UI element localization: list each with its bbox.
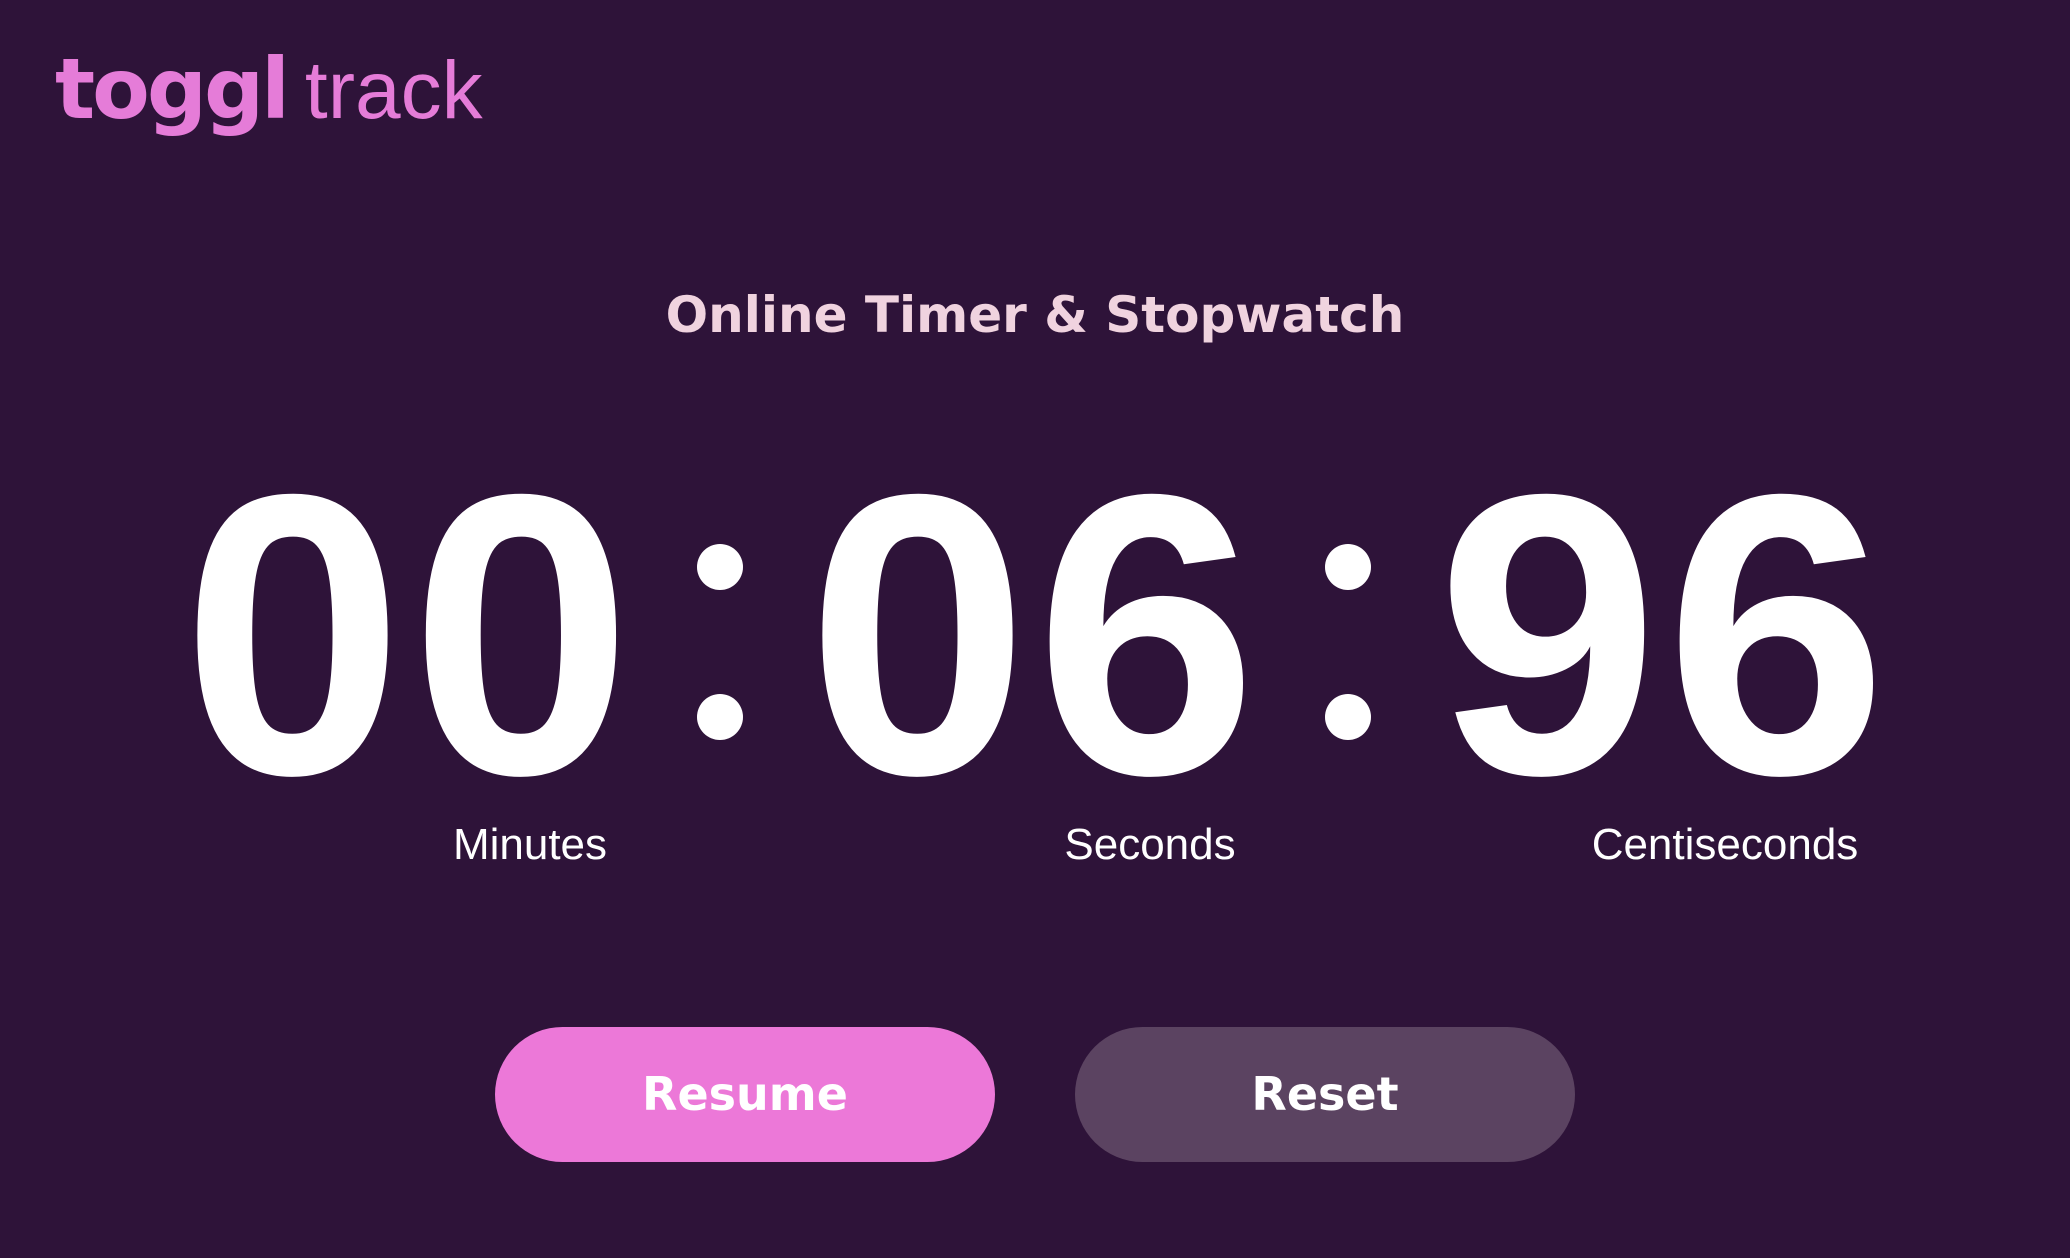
- resume-button[interactable]: Resume: [495, 1027, 995, 1162]
- colon-separator: [1325, 544, 1371, 844]
- page-title: Online Timer & Stopwatch: [665, 286, 1405, 344]
- centiseconds-label: Centiseconds: [1591, 820, 1859, 869]
- colon-dot: [697, 544, 743, 590]
- seconds-label: Seconds: [1064, 820, 1236, 869]
- minutes-display: 00: [181, 411, 639, 858]
- colon-dot: [1325, 544, 1371, 590]
- logo-wordmark-track: track: [304, 45, 483, 136]
- colon-dot: [697, 694, 743, 740]
- colon-separator: [697, 544, 743, 844]
- reset-button[interactable]: Reset: [1075, 1027, 1575, 1162]
- centiseconds-display: 96: [1436, 411, 1894, 858]
- toggl-track-logo[interactable]: toggl track: [55, 40, 483, 150]
- colon-dot: [1325, 694, 1371, 740]
- logo-wordmark-toggl: toggl: [55, 40, 290, 138]
- minutes-label: Minutes: [452, 820, 608, 869]
- seconds-display: 06: [806, 411, 1264, 858]
